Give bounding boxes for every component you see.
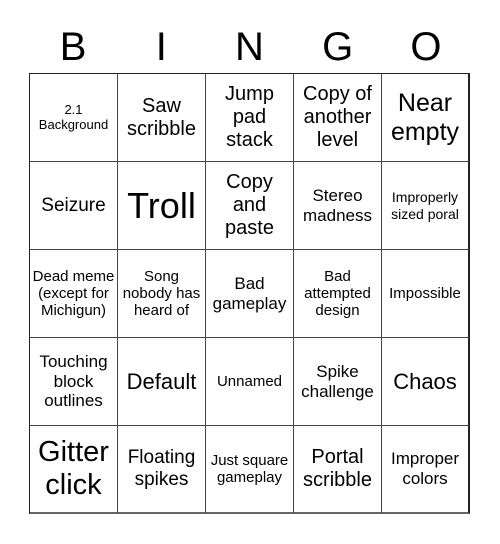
header-letter-i: I bbox=[155, 25, 167, 69]
bingo-cell[interactable]: Stereo madness bbox=[294, 162, 382, 250]
bingo-cell[interactable]: Portal scribble bbox=[294, 426, 382, 514]
bingo-cell[interactable]: Default bbox=[118, 338, 206, 426]
bingo-cell[interactable]: Copy and paste bbox=[206, 162, 294, 250]
bingo-cell[interactable]: Saw scribble bbox=[118, 74, 206, 162]
header-letter-b: B bbox=[59, 25, 87, 69]
bingo-cell[interactable]: Improperly sized poral bbox=[382, 162, 470, 250]
bingo-cell[interactable]: Chaos bbox=[382, 338, 470, 426]
bingo-cell[interactable]: Spike challenge bbox=[294, 338, 382, 426]
bingo-cell[interactable]: Bad attempted design bbox=[294, 250, 382, 338]
header-letter-n: N bbox=[235, 25, 264, 69]
bingo-cell[interactable]: Song nobody has heard of bbox=[118, 250, 206, 338]
bingo-cell[interactable]: Floating spikes bbox=[118, 426, 206, 514]
bingo-cell[interactable]: Unnamed bbox=[206, 338, 294, 426]
header-letter-o: O bbox=[410, 25, 442, 69]
bingo-cell[interactable]: Touching block outlines bbox=[30, 338, 118, 426]
bingo-cell[interactable]: Seizure bbox=[30, 162, 118, 250]
bingo-cell[interactable]: Impossible bbox=[382, 250, 470, 338]
header-letter-g: G bbox=[322, 25, 354, 69]
bingo-cell[interactable]: Jump pad stack bbox=[206, 74, 294, 162]
bingo-cell[interactable]: 2.1 Background bbox=[30, 74, 118, 162]
bingo-grid: 2.1 Background Saw scribble Jump pad sta… bbox=[29, 73, 470, 514]
bingo-cell[interactable]: Just square gameplay bbox=[206, 426, 294, 514]
bingo-cell[interactable]: Bad gameplay bbox=[206, 250, 294, 338]
bingo-cell[interactable]: Improper colors bbox=[382, 426, 470, 514]
bingo-cell[interactable]: Troll bbox=[118, 162, 206, 250]
bingo-header: B I N G O bbox=[29, 22, 470, 72]
bingo-cell[interactable]: Gitter click bbox=[30, 426, 118, 514]
bingo-cell[interactable]: Copy of another level bbox=[294, 74, 382, 162]
bingo-cell[interactable]: Near empty bbox=[382, 74, 470, 162]
bingo-cell[interactable]: Dead meme (except for Michigun) bbox=[30, 250, 118, 338]
